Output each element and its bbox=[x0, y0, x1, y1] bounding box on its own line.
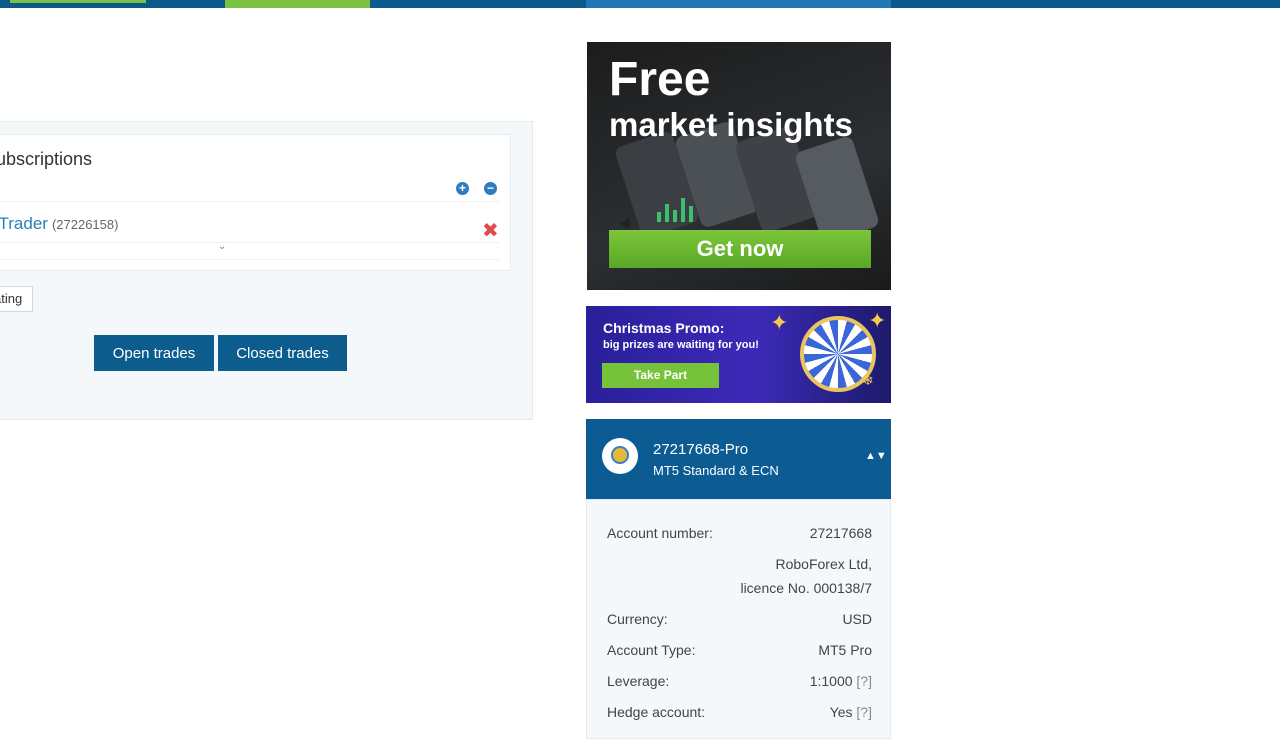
sort-toggle-icon[interactable]: ▲▼ bbox=[865, 451, 887, 462]
platform-logo-icon bbox=[602, 438, 638, 474]
christmas-promo-banner[interactable]: Christmas Promo: big prizes are waiting … bbox=[586, 306, 891, 403]
detail-key: Leverage: bbox=[607, 673, 670, 689]
take-part-button[interactable]: Take Part bbox=[602, 363, 719, 388]
top-accent-bar bbox=[0, 0, 1280, 8]
top-bar-segment bbox=[10, 0, 146, 3]
subscription-expander[interactable]: ⌄ bbox=[0, 241, 500, 260]
account-type: MT5 Standard & ECN bbox=[653, 463, 779, 478]
detail-value: licence No. 000138/7 bbox=[740, 580, 872, 596]
promo-subtitle: big prizes are waiting for you! bbox=[603, 339, 759, 351]
phone-illustration bbox=[793, 135, 881, 244]
subscription-link[interactable]: yTrader(27226158) bbox=[0, 214, 118, 234]
promo-title: Christmas Promo: bbox=[603, 320, 725, 336]
chart-illustration bbox=[657, 192, 707, 222]
open-trades-button[interactable]: Open trades bbox=[94, 335, 214, 371]
account-selector[interactable]: 27217668-Pro MT5 Standard & ECN ▲▼ bbox=[586, 419, 891, 499]
detail-key: Hedge account: bbox=[607, 704, 706, 720]
account-name: 27217668-Pro bbox=[653, 441, 749, 458]
detail-key: Currency: bbox=[607, 611, 668, 627]
detail-value: USD bbox=[842, 611, 872, 627]
detail-value-with-help: Yes [?] bbox=[830, 704, 872, 720]
top-bar-segment bbox=[225, 0, 370, 8]
closed-trades-button[interactable]: Closed trades bbox=[218, 335, 347, 371]
chevron-down-icon[interactable]: ⌄ bbox=[218, 241, 226, 252]
detail-value: 1:1000 bbox=[809, 673, 853, 689]
star-icon: ✦ bbox=[770, 310, 789, 335]
leverage-help-link[interactable]: [?] bbox=[856, 673, 872, 689]
subscriptions-panel: ubscriptions + − yTrader(27226158) ✖ ⌄ a… bbox=[0, 121, 533, 420]
expand-all-icon[interactable]: + bbox=[456, 182, 469, 195]
detail-key: Account number: bbox=[607, 525, 713, 541]
hedge-help-link[interactable]: [?] bbox=[856, 704, 872, 720]
subscriptions-title: ubscriptions bbox=[0, 149, 93, 169]
rating-button[interactable]: ating bbox=[0, 286, 34, 312]
banner-headline: Free market insights bbox=[609, 53, 853, 143]
detail-value: RoboForex Ltd, bbox=[775, 556, 873, 572]
subscription-name[interactable]: yTrader bbox=[0, 214, 48, 233]
detail-value: 27217668 bbox=[809, 525, 872, 541]
star-icon: ✦ bbox=[868, 308, 887, 333]
account-details: Account number: 27217668 RoboForex Ltd, … bbox=[586, 499, 891, 739]
snowflake-icon: ❄ bbox=[862, 372, 874, 388]
detail-value: Yes bbox=[829, 704, 853, 720]
banner-headline-line2: market insights bbox=[609, 106, 853, 143]
banner-headline-line1: Free bbox=[609, 53, 711, 106]
subscription-id: (27226158) bbox=[51, 217, 119, 232]
market-insights-banner[interactable]: Free market insights Get now bbox=[587, 42, 891, 290]
subscription-row: yTrader(27226158) ✖ bbox=[0, 201, 500, 243]
detail-value: MT5 Pro bbox=[818, 642, 872, 658]
top-bar-segment bbox=[586, 0, 891, 8]
subscriptions-card: ubscriptions + − yTrader(27226158) ✖ ⌄ bbox=[0, 134, 511, 271]
remove-subscription-icon[interactable]: ✖ bbox=[482, 221, 499, 241]
detail-value-with-help: 1:1000 [?] bbox=[810, 673, 872, 689]
collapse-all-icon[interactable]: − bbox=[484, 182, 497, 195]
detail-key: Account Type: bbox=[607, 642, 696, 658]
get-now-button[interactable]: Get now bbox=[609, 230, 871, 268]
